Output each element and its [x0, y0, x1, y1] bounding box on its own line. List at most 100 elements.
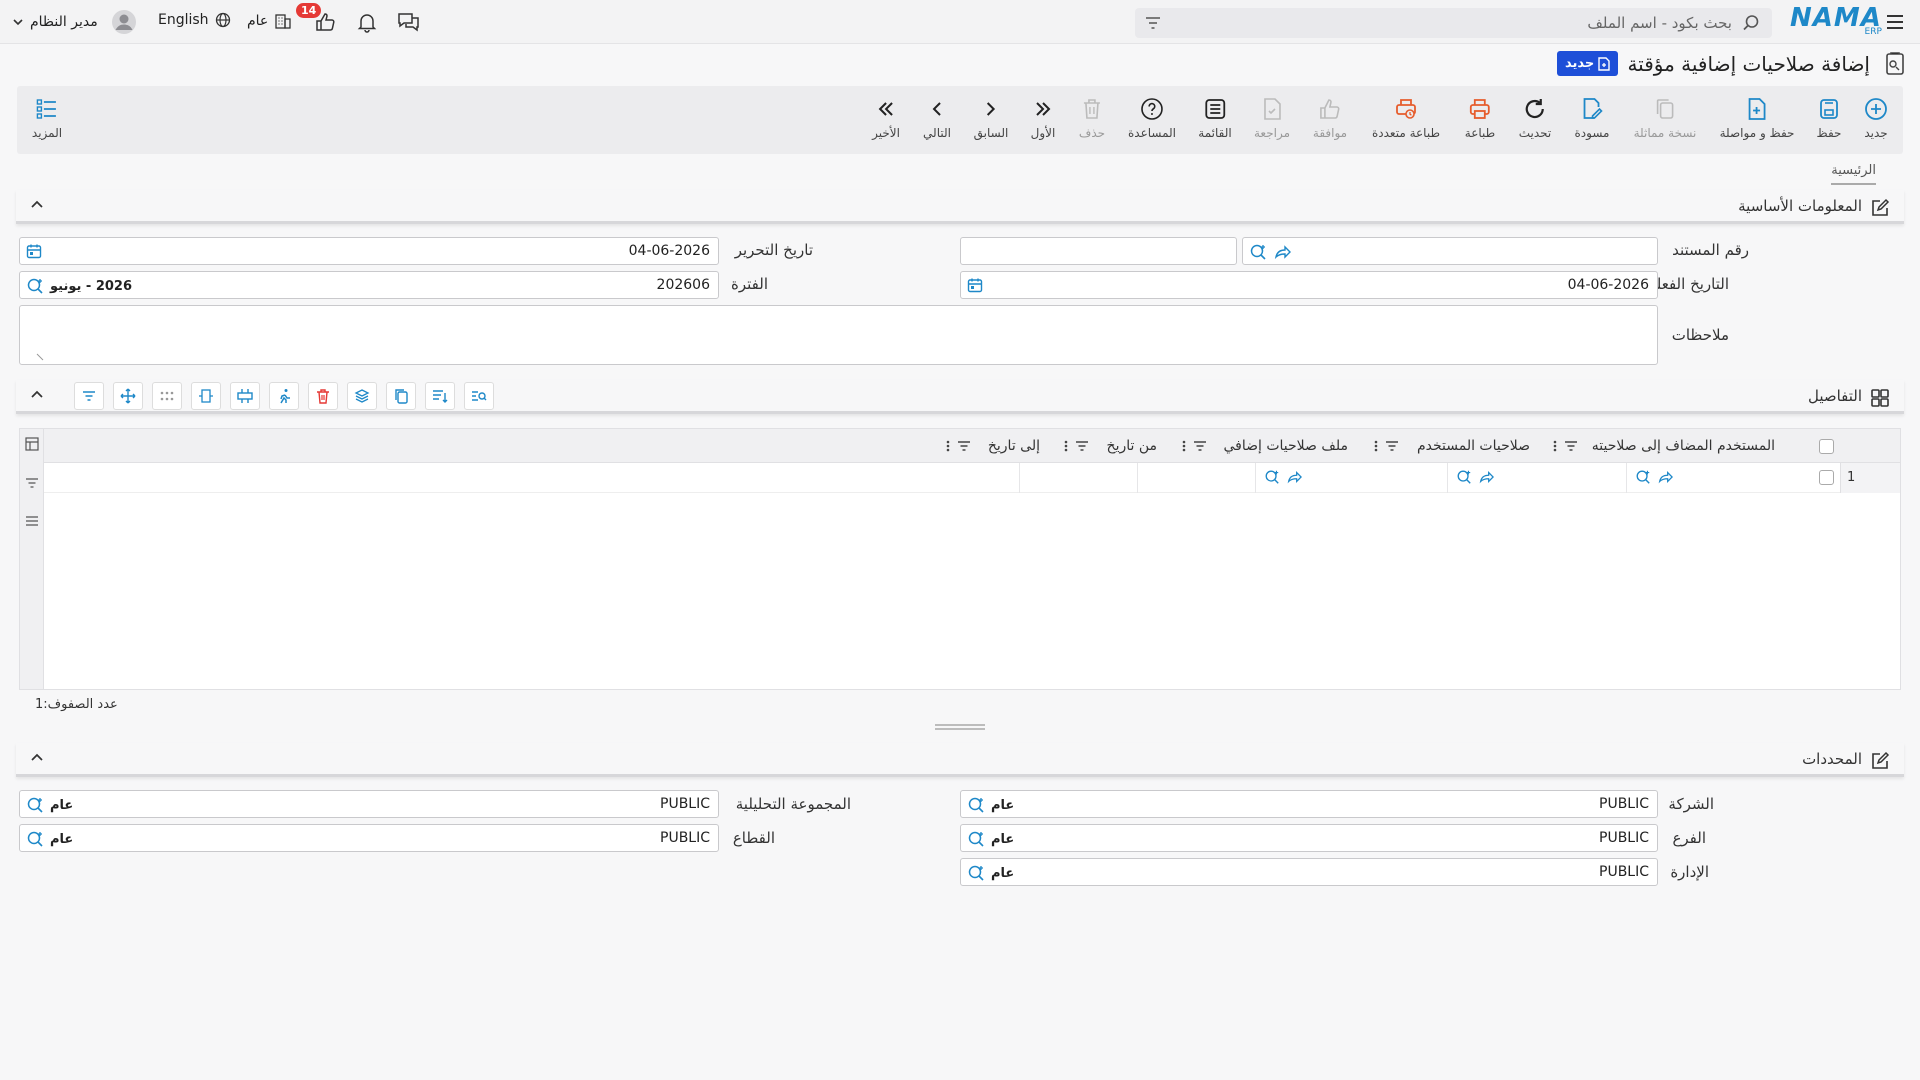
table-row[interactable]: 1 — [44, 463, 1900, 493]
chevron-up-icon[interactable] — [30, 751, 44, 765]
approve-button[interactable]: موافقة — [1313, 96, 1347, 140]
search-add-icon[interactable] — [1635, 469, 1651, 485]
analytic-group-input[interactable]: PUBLIC — [660, 796, 710, 812]
delete-row-icon[interactable] — [308, 382, 338, 410]
search-add-icon[interactable] — [1264, 469, 1280, 485]
globe-icon[interactable] — [215, 12, 231, 28]
previous-button[interactable]: السابق — [974, 96, 1008, 140]
sort-list-icon[interactable] — [425, 382, 455, 410]
filter-icon[interactable] — [1145, 15, 1161, 31]
column-menu-icon[interactable] — [1182, 439, 1186, 453]
print-button[interactable]: طباعة — [1465, 96, 1495, 140]
delete-button[interactable]: حذف — [1079, 96, 1105, 140]
building-icon[interactable] — [274, 12, 292, 30]
review-button[interactable]: مراجعة — [1254, 96, 1290, 140]
column-header-user-permissions[interactable]: صلاحيات المستخدم — [1417, 438, 1530, 454]
column-filter-icon[interactable] — [1075, 439, 1089, 453]
column-header-extra-permissions-file[interactable]: ملف صلاحيات إضافي — [1224, 438, 1349, 454]
column-header-user[interactable]: المستخدم المضاف إلى صلاحيته — [1592, 438, 1775, 454]
column-filter-icon[interactable] — [1564, 439, 1578, 453]
department-input[interactable]: PUBLIC — [1599, 864, 1649, 880]
select-all-checkbox[interactable] — [1819, 439, 1834, 454]
bell-icon[interactable] — [356, 11, 378, 33]
column-header-from-date[interactable]: من تاريخ — [1107, 438, 1157, 454]
column-menu-icon[interactable] — [1553, 439, 1557, 453]
language-switch[interactable]: English — [158, 12, 231, 28]
column-width-icon[interactable] — [191, 382, 221, 410]
search-box[interactable]: بحث بكود - اسم الملف — [1135, 8, 1772, 38]
chevron-down-icon[interactable] — [12, 16, 24, 28]
column-menu-icon[interactable] — [1064, 439, 1068, 453]
list-button[interactable]: القائمة — [1198, 96, 1232, 140]
menu-icon[interactable] — [1884, 11, 1906, 33]
duplicate-button[interactable]: نسخة مماثلة — [1634, 96, 1696, 140]
last-button[interactable]: الأخير — [872, 96, 900, 140]
sector-input[interactable]: PUBLIC — [660, 830, 710, 846]
search-add-icon[interactable] — [967, 830, 985, 848]
cell-from-date[interactable] — [1137, 463, 1255, 493]
cell-to-date[interactable] — [1019, 463, 1137, 493]
row-checkbox[interactable] — [1819, 470, 1834, 485]
share-icon[interactable] — [1273, 243, 1291, 261]
share-icon[interactable] — [1478, 469, 1494, 485]
column-filter-icon[interactable] — [1385, 439, 1399, 453]
chevron-up-icon[interactable] — [30, 388, 44, 402]
user-menu[interactable]: مدير النظام — [12, 10, 136, 34]
column-menu-icon[interactable] — [946, 439, 950, 453]
chevron-up-icon[interactable] — [30, 198, 44, 212]
calendar-icon[interactable] — [26, 243, 42, 259]
new-button[interactable]: جديد — [1863, 96, 1889, 140]
avatar[interactable] — [111, 10, 136, 34]
share-icon[interactable] — [1286, 469, 1302, 485]
company-field[interactable]: PUBLIC عام — [960, 790, 1658, 818]
search-list-icon[interactable] — [464, 382, 494, 410]
tab-main[interactable]: الرئيسية — [1831, 163, 1876, 185]
branch-input[interactable]: PUBLIC — [1599, 830, 1649, 846]
dots-grid-icon[interactable] — [152, 382, 182, 410]
run-icon[interactable] — [269, 382, 299, 410]
notes-textarea[interactable] — [19, 305, 1658, 365]
period-field[interactable]: 202606 2026 - يونيو — [19, 271, 719, 299]
insert-row-icon[interactable] — [230, 382, 260, 410]
column-filter-icon[interactable] — [957, 439, 971, 453]
help-button[interactable]: المساعدة — [1128, 96, 1176, 140]
period-input[interactable]: 202606 — [657, 277, 710, 293]
branch-field[interactable]: PUBLIC عام — [960, 824, 1658, 852]
draft-button[interactable]: مسودة — [1575, 96, 1609, 140]
table-settings-icon[interactable] — [25, 437, 39, 451]
search-add-icon[interactable] — [26, 796, 44, 814]
filter-rows-icon[interactable] — [74, 382, 104, 410]
search-add-icon[interactable] — [1249, 243, 1267, 261]
first-button[interactable]: الأول — [1030, 96, 1056, 140]
department-field[interactable]: PUBLIC عام — [960, 858, 1658, 886]
search-add-icon[interactable] — [26, 277, 44, 295]
edit-date-field[interactable]: 04-06-2026 — [19, 237, 719, 265]
calendar-icon[interactable] — [967, 277, 983, 293]
search-add-icon[interactable] — [1456, 469, 1472, 485]
column-filter-icon[interactable] — [1193, 439, 1207, 453]
approvals-button[interactable]: 14 — [296, 3, 336, 33]
edit-date-input[interactable]: 04-06-2026 — [629, 243, 710, 259]
more-button[interactable]: المزيد — [32, 96, 62, 140]
refresh-button[interactable]: تحديث — [1519, 96, 1551, 140]
column-header-to-date[interactable]: إلى تاريخ — [988, 438, 1040, 454]
analytic-group-field[interactable]: PUBLIC عام — [19, 790, 719, 818]
company-input[interactable]: PUBLIC — [1599, 796, 1649, 812]
sector-field[interactable]: PUBLIC عام — [19, 824, 719, 852]
search-input[interactable]: بحث بكود - اسم الملف — [1587, 14, 1732, 32]
chat-icon[interactable] — [397, 11, 421, 33]
cell-extra-permissions-file[interactable] — [1255, 463, 1447, 493]
copy-row-icon[interactable] — [386, 382, 416, 410]
layers-icon[interactable] — [347, 382, 377, 410]
save-continue-button[interactable]: حفظ و مواصلة — [1720, 96, 1794, 140]
doc-number-field[interactable] — [1242, 237, 1658, 265]
doc-number-extra-field[interactable] — [960, 237, 1237, 265]
cell-user[interactable] — [1626, 463, 1805, 493]
scope-label[interactable]: عام — [247, 13, 268, 29]
actual-date-field[interactable]: 04-06-2026 — [960, 271, 1658, 299]
language-label[interactable]: English — [158, 12, 209, 28]
move-icon[interactable] — [113, 382, 143, 410]
menu-lines-icon[interactable] — [25, 514, 39, 528]
cell-user-permissions[interactable] — [1447, 463, 1626, 493]
save-button[interactable]: حفظ — [1816, 96, 1842, 140]
